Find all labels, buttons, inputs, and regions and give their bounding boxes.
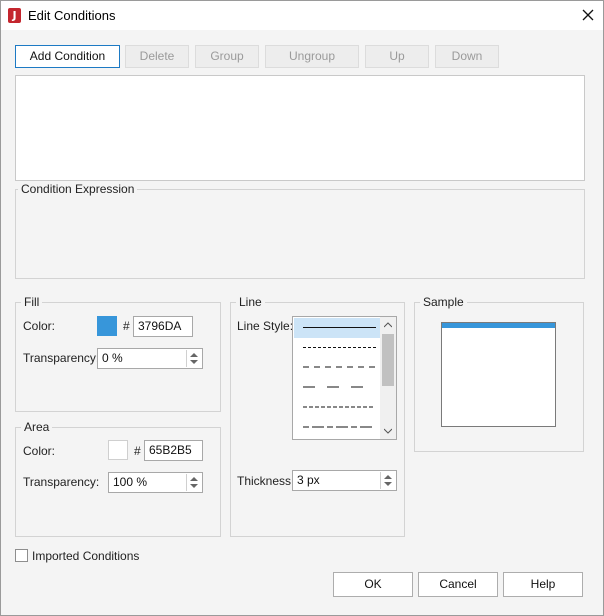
fill-hash-label: # — [123, 319, 130, 333]
group-button[interactable]: Group — [195, 45, 259, 68]
fill-transparency-value: 0 % — [102, 351, 123, 365]
line-style-list[interactable] — [292, 316, 397, 440]
area-transparency-value: 100 % — [113, 475, 148, 489]
condition-expression-group: Condition Expression — [15, 182, 585, 279]
line-style-solid[interactable] — [294, 318, 380, 338]
ungroup-button[interactable]: Ungroup — [265, 45, 359, 68]
line-style-label: Line Style: — [237, 319, 294, 333]
title-bar[interactable]: J Edit Conditions — [1, 1, 603, 30]
fill-transparency-label: Transparency: — [23, 351, 100, 365]
help-button[interactable]: Help — [503, 572, 583, 597]
sample-preview — [441, 322, 556, 427]
area-transparency-label: Transparency: — [23, 475, 100, 489]
line-style-scrollbar[interactable] — [380, 317, 396, 439]
line-legend: Line — [236, 295, 265, 309]
area-color-label: Color: — [23, 444, 56, 458]
up-button[interactable]: Up — [365, 45, 429, 68]
area-transparency-spin-icon[interactable] — [186, 474, 201, 491]
sample-fill-bar — [442, 323, 555, 328]
fill-color-swatch[interactable] — [97, 316, 117, 336]
area-color-hex-input[interactable]: 65B2B5 — [144, 440, 203, 461]
area-transparency-stepper[interactable]: 100 % — [108, 472, 203, 493]
ok-button[interactable]: OK — [333, 572, 413, 597]
line-style-dash-dot[interactable] — [294, 418, 380, 438]
line-style-dense-dash[interactable] — [294, 398, 380, 418]
fill-color-label: Color: — [23, 319, 56, 333]
line-style-dotted[interactable] — [294, 338, 380, 358]
fill-transparency-spin-icon[interactable] — [186, 350, 201, 367]
area-color-swatch[interactable] — [108, 440, 128, 460]
edit-conditions-dialog: J Edit Conditions Add Condition Delete G… — [0, 0, 604, 616]
scroll-down-icon[interactable] — [384, 428, 392, 434]
fill-transparency-stepper[interactable]: 0 % — [97, 348, 203, 369]
fill-legend: Fill — [21, 295, 43, 309]
scroll-up-icon[interactable] — [384, 322, 392, 328]
delete-button[interactable]: Delete — [125, 45, 189, 68]
line-style-long-dash[interactable] — [294, 378, 380, 398]
thickness-label: Thickness: — [237, 474, 295, 488]
add-condition-button[interactable]: Add Condition — [15, 45, 120, 68]
app-logo-icon: J — [8, 8, 21, 23]
down-button[interactable]: Down — [435, 45, 499, 68]
thickness-stepper[interactable]: 3 px — [292, 470, 397, 491]
sample-legend: Sample — [420, 295, 467, 309]
close-icon[interactable] — [578, 5, 598, 25]
scrollbar-thumb[interactable] — [382, 334, 394, 386]
thickness-value: 3 px — [297, 473, 320, 487]
area-hash-label: # — [134, 444, 141, 458]
imported-conditions-label: Imported Conditions — [32, 549, 140, 563]
thickness-spin-icon[interactable] — [380, 472, 395, 489]
dialog-title: Edit Conditions — [28, 8, 116, 23]
conditions-list[interactable] — [15, 75, 585, 181]
area-legend: Area — [21, 420, 53, 434]
condition-expression-legend: Condition Expression — [18, 182, 138, 196]
fill-color-hex-input[interactable]: 3796DA — [133, 316, 193, 337]
cancel-button[interactable]: Cancel — [418, 572, 498, 597]
line-style-dashed[interactable] — [294, 358, 380, 378]
imported-conditions-checkbox[interactable] — [15, 549, 28, 562]
